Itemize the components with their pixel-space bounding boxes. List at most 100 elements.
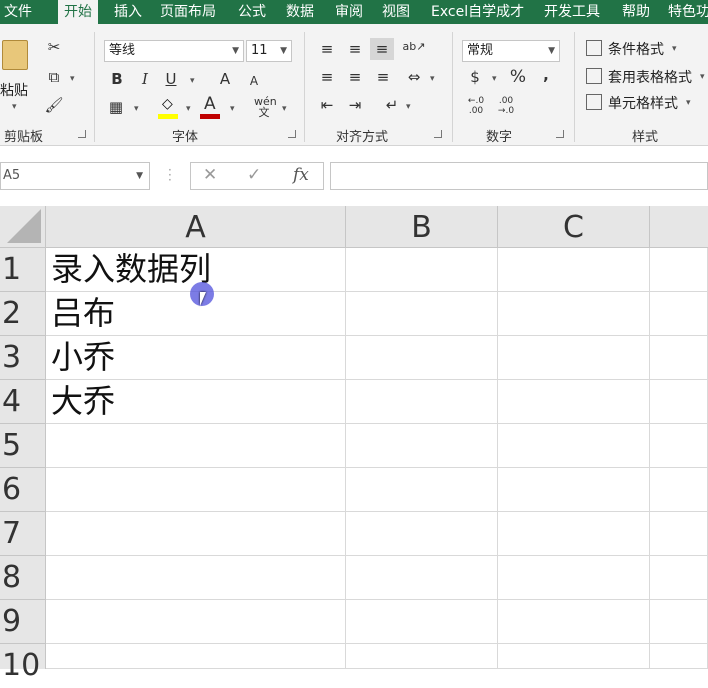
tab-view[interactable]: 视图 (382, 0, 410, 24)
percent-style-button[interactable]: % (508, 66, 528, 88)
align-bottom-icon[interactable]: ≡ (370, 38, 394, 60)
bold-button[interactable]: B (108, 68, 126, 90)
decrease-decimal-icon[interactable]: .00 →.0 (494, 96, 518, 116)
paste-button[interactable]: 粘贴 ▾ (0, 38, 34, 118)
accounting-dropdown-icon[interactable]: ▾ (492, 74, 497, 84)
row-header-1[interactable]: 1 (0, 248, 46, 292)
increase-font-button[interactable]: A (216, 68, 234, 90)
cell-d9[interactable] (650, 600, 708, 644)
cell-b1[interactable] (346, 248, 498, 292)
font-size-select[interactable]: 11 ▼ (246, 40, 292, 62)
row-header-9[interactable]: 9 (0, 600, 46, 644)
decrease-indent-icon[interactable]: ⇤ (316, 94, 338, 116)
row-header-3[interactable]: 3 (0, 336, 46, 380)
cell-a5[interactable] (46, 424, 346, 468)
row-header-4[interactable]: 4 (0, 380, 46, 424)
name-box[interactable]: A5 ▼ (0, 162, 150, 190)
column-header-d[interactable] (650, 206, 708, 248)
cell-d10[interactable] (650, 644, 708, 669)
more-options-icon[interactable]: · · · (168, 164, 172, 186)
cell-d6[interactable] (650, 468, 708, 512)
cell-c9[interactable] (498, 600, 650, 644)
merge-center-icon[interactable]: ⇔ (402, 66, 426, 88)
align-center-icon[interactable]: ≡ (344, 66, 366, 88)
cell-d2[interactable] (650, 292, 708, 336)
tab-formulas[interactable]: 公式 (238, 0, 266, 24)
row-header-5[interactable]: 5 (0, 424, 46, 468)
enter-icon[interactable]: ✓ (247, 165, 261, 185)
cell-b6[interactable] (346, 468, 498, 512)
alignment-launcher-icon[interactable] (434, 130, 442, 138)
tab-file[interactable]: 文件 (4, 0, 32, 24)
formula-input[interactable] (330, 162, 708, 190)
row-header-8[interactable]: 8 (0, 556, 46, 600)
underline-dropdown-icon[interactable]: ▾ (190, 76, 195, 86)
wrap-text-icon[interactable]: ↵ (380, 94, 404, 116)
select-all-button[interactable] (0, 206, 46, 248)
column-header-c[interactable]: C (498, 206, 650, 248)
cell-b9[interactable] (346, 600, 498, 644)
tab-help[interactable]: 帮助 (622, 0, 650, 24)
cell-d5[interactable] (650, 424, 708, 468)
font-name-select[interactable]: 等线 ▼ (104, 40, 244, 62)
format-as-table-button[interactable]: 套用表格格式 ▾ (586, 66, 708, 90)
italic-button[interactable]: I (136, 68, 154, 90)
tab-insert[interactable]: 插入 (114, 0, 142, 24)
cell-c8[interactable] (498, 556, 650, 600)
orientation-dropdown-icon[interactable]: ▾ (406, 102, 411, 112)
cell-b5[interactable] (346, 424, 498, 468)
cell-b2[interactable] (346, 292, 498, 336)
underline-button[interactable]: U (162, 68, 180, 90)
cell-c4[interactable] (498, 380, 650, 424)
row-header-10[interactable]: 10 (0, 644, 46, 683)
row-header-6[interactable]: 6 (0, 468, 46, 512)
tab-home[interactable]: 开始 (58, 0, 98, 24)
cell-b4[interactable] (346, 380, 498, 424)
tab-page-layout[interactable]: 页面布局 (160, 0, 216, 24)
number-launcher-icon[interactable] (556, 130, 564, 138)
cell-c1[interactable] (498, 248, 650, 292)
cell-c7[interactable] (498, 512, 650, 556)
cut-icon[interactable]: ✂ (42, 36, 66, 58)
paste-dropdown-icon[interactable]: ▾ (12, 102, 17, 112)
tab-data[interactable]: 数据 (286, 0, 314, 24)
font-color-dropdown-icon[interactable]: ▾ (230, 104, 235, 114)
increase-decimal-icon[interactable]: ←.0.00 (464, 96, 488, 116)
clipboard-launcher-icon[interactable] (78, 130, 86, 138)
cell-c2[interactable] (498, 292, 650, 336)
tab-special-features[interactable]: 特色功 (668, 0, 708, 24)
insert-function-icon[interactable]: fx (293, 165, 309, 185)
phonetic-guide-icon[interactable]: wén 文 (254, 96, 277, 118)
increase-indent-icon[interactable]: ⇥ (344, 94, 366, 116)
accounting-format-icon[interactable]: $ (464, 66, 486, 88)
orientation-icon[interactable]: ab↗ (402, 36, 426, 58)
cell-a8[interactable] (46, 556, 346, 600)
column-header-a[interactable]: A (46, 206, 346, 248)
cell-c5[interactable] (498, 424, 650, 468)
align-middle-icon[interactable]: ≡ (344, 38, 366, 60)
tab-developer[interactable]: 开发工具 (544, 0, 600, 24)
cell-d1[interactable] (650, 248, 708, 292)
number-format-select[interactable]: 常规 ▼ (462, 40, 560, 62)
cell-c10[interactable] (498, 644, 650, 669)
format-painter-icon[interactable]: 🖌 (42, 94, 66, 116)
cell-d4[interactable] (650, 380, 708, 424)
tab-review[interactable]: 审阅 (335, 0, 363, 24)
cell-d3[interactable] (650, 336, 708, 380)
cell-c3[interactable] (498, 336, 650, 380)
align-right-icon[interactable]: ≡ (372, 66, 394, 88)
comma-style-button[interactable]: , (538, 64, 554, 86)
cell-styles-button[interactable]: 单元格样式 ▾ (586, 92, 706, 116)
cell-d8[interactable] (650, 556, 708, 600)
cell-a7[interactable] (46, 512, 346, 556)
fill-color-button[interactable]: ◇ (158, 96, 180, 122)
fill-dropdown-icon[interactable]: ▾ (186, 104, 191, 114)
copy-icon[interactable]: ⧉ (42, 66, 66, 88)
align-left-icon[interactable]: ≡ (316, 66, 338, 88)
align-top-icon[interactable]: ≡ (316, 38, 338, 60)
font-launcher-icon[interactable] (288, 130, 296, 138)
cell-c6[interactable] (498, 468, 650, 512)
cell-b3[interactable] (346, 336, 498, 380)
row-header-2[interactable]: 2 (0, 292, 46, 336)
row-header-7[interactable]: 7 (0, 512, 46, 556)
